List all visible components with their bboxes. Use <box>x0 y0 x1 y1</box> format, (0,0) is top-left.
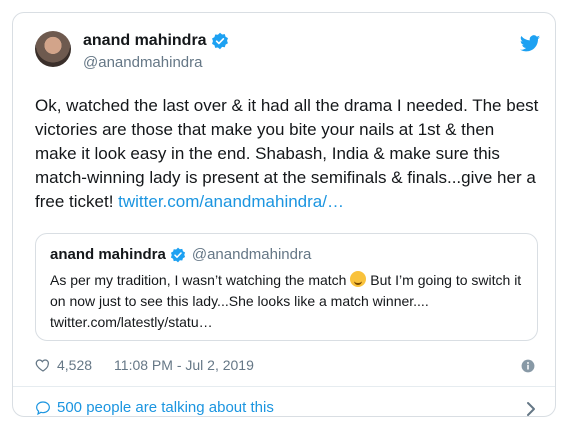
chevron-right-icon[interactable] <box>525 401 537 417</box>
verified-badge-icon <box>170 247 185 262</box>
quoted-text: As per my tradition, I wasn’t watching t… <box>50 270 523 333</box>
info-icon[interactable] <box>521 359 535 373</box>
quoted-link: twitter.com/latestly/statu… <box>50 314 213 330</box>
quoted-header: anand mahindra @anandmahindra <box>50 246 523 263</box>
smiling-face-emoji-icon <box>350 271 367 287</box>
divider <box>13 386 555 387</box>
verified-badge-icon <box>211 32 228 50</box>
tweet-text: Ok, watched the last over & it had all t… <box>35 94 540 214</box>
quoted-author-handle: @anandmahindra <box>191 246 312 263</box>
quoted-tweet[interactable]: anand mahindra @anandmahindra As per my … <box>35 233 538 341</box>
heart-icon[interactable] <box>35 357 51 373</box>
quoted-author-name: anand mahindra <box>50 246 166 263</box>
twitter-bird-icon[interactable] <box>519 33 541 55</box>
tweet-link[interactable]: twitter.com/anandmahindra/… <box>118 192 344 211</box>
conversation-link[interactable]: 500 people are talking about this <box>35 399 274 416</box>
speech-bubble-icon <box>36 400 50 415</box>
author-name[interactable]: anand mahindra <box>83 32 207 50</box>
author-handle[interactable]: @anandmahindra <box>83 54 202 71</box>
conversation-text[interactable]: 500 people are talking about this <box>57 399 274 416</box>
author-name-row[interactable]: anand mahindra <box>83 32 229 50</box>
quoted-text-part1: As per my tradition, I wasn’t watching t… <box>50 272 351 288</box>
avatar[interactable] <box>35 31 71 67</box>
tweet-timestamp[interactable]: 11:08 PM - Jul 2, 2019 <box>114 357 254 373</box>
tweet-meta: 4,528 11:08 PM - Jul 2, 2019 <box>35 357 254 373</box>
like-count[interactable]: 4,528 <box>57 357 92 373</box>
tweet-card: anand mahindra @anandmahindra Ok, watche… <box>12 12 556 417</box>
